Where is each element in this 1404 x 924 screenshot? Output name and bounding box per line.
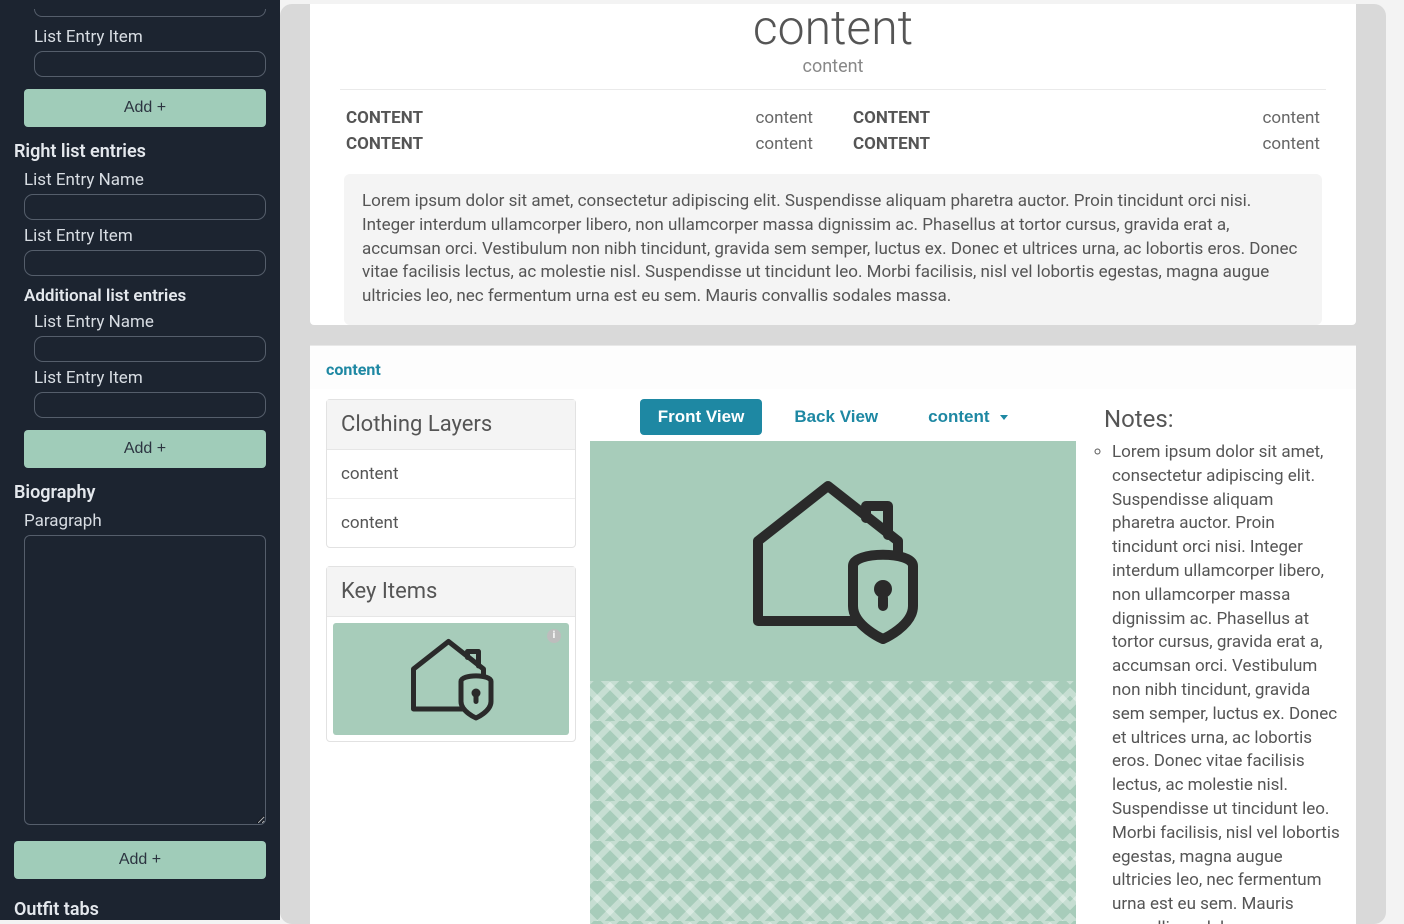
right-list-title: Right list entries bbox=[14, 141, 266, 162]
additional-entries-title: Additional list entries bbox=[24, 286, 266, 306]
right-column: Notes: Lorem ipsum dolor sit amet, conse… bbox=[1090, 399, 1340, 924]
entry-item-input-1[interactable] bbox=[24, 250, 266, 276]
kv-val: content bbox=[755, 108, 813, 128]
clothing-panel: Clothing Layers content content bbox=[326, 399, 576, 548]
kv-key: CONTENT bbox=[853, 134, 930, 154]
notes-list: Lorem ipsum dolor sit amet, consectetur … bbox=[1090, 441, 1340, 924]
kv-row: CONTENT content bbox=[853, 134, 1320, 154]
kv-row: CONTENT content bbox=[853, 108, 1320, 128]
kv-val: content bbox=[1262, 134, 1320, 154]
view-tabs: Front View Back View content bbox=[590, 399, 1076, 435]
entry-name-label-1: List Entry Name bbox=[24, 170, 266, 190]
outfit-tabs-title: Outfit tabs bbox=[14, 899, 266, 920]
house-shield-icon bbox=[738, 461, 928, 661]
figure-area bbox=[590, 441, 1076, 924]
chevron-down-icon bbox=[1000, 415, 1008, 420]
kv-row: CONTENT content bbox=[346, 108, 813, 128]
figure-illustration bbox=[590, 441, 1076, 681]
sidebar: List Entry Item Add + Right list entries… bbox=[0, 0, 280, 920]
clothing-panel-title: Clothing Layers bbox=[327, 400, 575, 450]
clothing-item[interactable]: content bbox=[327, 450, 575, 499]
entry-name-input-2[interactable] bbox=[34, 336, 266, 362]
body-paragraph: Lorem ipsum dolor sit amet, consectetur … bbox=[344, 174, 1322, 325]
kv-key: CONTENT bbox=[853, 108, 930, 128]
biography-textarea[interactable] bbox=[24, 535, 266, 825]
page-title: content bbox=[310, 4, 1356, 52]
list-entry-item-input-top[interactable] bbox=[34, 51, 266, 77]
key-items-title: Key Items bbox=[327, 567, 575, 617]
section-body: Clothing Layers content content Key Item… bbox=[310, 389, 1356, 924]
clothing-item[interactable]: content bbox=[327, 499, 575, 547]
add-button-1[interactable]: Add + bbox=[24, 89, 266, 127]
key-items-panel: Key Items i bbox=[326, 566, 576, 742]
entry-item-label-2: List Entry Item bbox=[34, 368, 266, 388]
info-icon[interactable]: i bbox=[547, 629, 561, 643]
section-tab-label: content bbox=[326, 360, 381, 379]
tab-more-dropdown[interactable]: content bbox=[910, 399, 1026, 435]
entry-name-label-2: List Entry Name bbox=[34, 312, 266, 332]
entry-name-input-1[interactable] bbox=[24, 194, 266, 220]
section-tab[interactable]: content bbox=[310, 345, 1356, 389]
add-button-3[interactable]: Add + bbox=[14, 841, 266, 879]
kv-val: content bbox=[1262, 108, 1320, 128]
note-item: Lorem ipsum dolor sit amet, consectetur … bbox=[1112, 441, 1340, 924]
list-entry-input-top-prev[interactable] bbox=[34, 9, 266, 17]
left-column: Clothing Layers content content Key Item… bbox=[326, 399, 576, 924]
kv-row: CONTENT content bbox=[346, 134, 813, 154]
entry-item-input-2[interactable] bbox=[34, 392, 266, 418]
kv-key: CONTENT bbox=[346, 108, 423, 128]
tab-back-view[interactable]: Back View bbox=[776, 399, 896, 435]
tab-more-label: content bbox=[928, 407, 989, 426]
main-content: content content CONTENT content CONTENT … bbox=[280, 4, 1386, 924]
entry-item-label-1: List Entry Item bbox=[24, 226, 266, 246]
kv-val: content bbox=[755, 134, 813, 154]
list-entry-item-label: List Entry Item bbox=[34, 27, 266, 47]
add-button-2[interactable]: Add + bbox=[24, 430, 266, 468]
tab-front-view[interactable]: Front View bbox=[640, 399, 763, 435]
biography-title: Biography bbox=[14, 482, 266, 503]
kv-key: CONTENT bbox=[346, 134, 423, 154]
center-column: Front View Back View content bbox=[590, 399, 1076, 924]
page-subtitle: content bbox=[340, 56, 1326, 90]
key-item-card[interactable]: i bbox=[333, 623, 569, 735]
kv-grid: CONTENT content CONTENT content CONTENT … bbox=[310, 90, 1356, 166]
paragraph-label: Paragraph bbox=[24, 511, 266, 531]
house-shield-icon bbox=[401, 634, 501, 724]
header-card: content content CONTENT content CONTENT … bbox=[310, 4, 1356, 325]
notes-title: Notes: bbox=[1104, 405, 1340, 433]
